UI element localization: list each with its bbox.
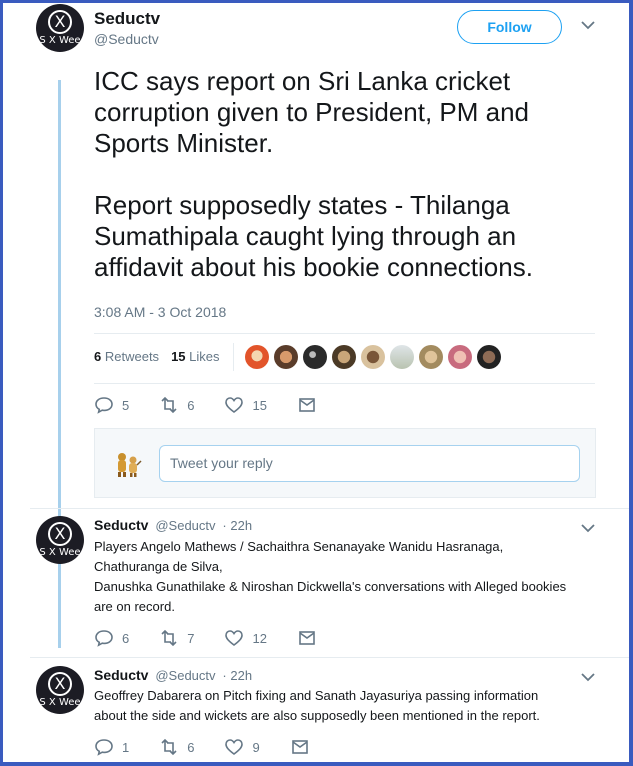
retweet-count: 6 xyxy=(187,739,195,755)
reply-count: 6 xyxy=(122,630,130,646)
tweet-paragraph: Report supposedly states - Thilanga Suma… xyxy=(94,190,533,282)
retweets-stat[interactable]: 6 Retweets xyxy=(94,349,159,364)
reply-button[interactable]: 1 xyxy=(94,738,129,756)
tweet-paragraph: ICC says report on Sri Lanka cricket cor… xyxy=(94,66,530,158)
reply-button[interactable]: 6 xyxy=(94,629,129,647)
reply-line: about the side and wickets are also supp… xyxy=(94,708,540,723)
reply-text: Geoffrey Dabarera on Pitch fixing and Sa… xyxy=(94,686,604,726)
heart-icon xyxy=(225,397,244,414)
divider xyxy=(94,383,595,384)
tweet-actions: 5 6 15 xyxy=(94,396,355,414)
avatar-logo-icon: X xyxy=(48,672,72,696)
reply-icon xyxy=(95,630,113,647)
reply-icon xyxy=(95,397,113,414)
divider xyxy=(30,657,630,658)
reply-line: Geoffrey Dabarera on Pitch fixing and Sa… xyxy=(94,688,539,703)
author-handle[interactable]: @Seductv xyxy=(94,31,159,47)
direct-message-button[interactable] xyxy=(297,396,325,414)
chevron-down-icon[interactable] xyxy=(581,521,595,537)
likes-stat[interactable]: 15 Likes xyxy=(171,349,219,364)
reply-line: Chathuranga de Silva, xyxy=(94,559,223,574)
reply-input[interactable]: Tweet your reply xyxy=(159,445,580,482)
avatar-caption: S X Wee xyxy=(39,35,81,46)
reply-time[interactable]: · 22h xyxy=(222,668,252,683)
reply-author-name[interactable]: Seductv xyxy=(94,667,148,683)
liker-avatar[interactable] xyxy=(448,345,472,369)
divider xyxy=(30,508,630,509)
retweet-button[interactable]: 7 xyxy=(159,629,194,647)
retweet-icon xyxy=(161,738,177,756)
liker-avatar[interactable] xyxy=(274,345,298,369)
like-button[interactable]: 12 xyxy=(224,629,267,647)
retweet-button[interactable]: 6 xyxy=(159,396,194,414)
stats-separator xyxy=(233,343,234,371)
chevron-down-icon[interactable] xyxy=(581,18,595,34)
liker-avatar[interactable] xyxy=(477,345,501,369)
reply-composer: Tweet your reply xyxy=(94,428,596,498)
avatar[interactable]: X S X Wee xyxy=(36,666,84,714)
reply-count: 5 xyxy=(122,397,130,413)
heart-icon xyxy=(225,630,244,647)
like-button[interactable]: 9 xyxy=(224,738,260,756)
like-button[interactable]: 15 xyxy=(224,396,267,414)
reply-line: Players Angelo Mathews / Sachaithra Sena… xyxy=(94,539,504,554)
direct-message-button[interactable] xyxy=(297,629,325,647)
retweet-count: 7 xyxy=(187,630,195,646)
avatar[interactable]: X S X Wee xyxy=(36,4,84,52)
reply-actions: 6 7 12 xyxy=(94,629,355,647)
direct-message-button[interactable] xyxy=(290,738,318,756)
avatar[interactable]: X S X Wee xyxy=(36,516,84,564)
reply-author-name[interactable]: Seductv xyxy=(94,517,148,533)
retweet-icon xyxy=(161,629,177,647)
reply-author-handle[interactable]: @Seductv xyxy=(155,668,215,683)
chevron-down-icon[interactable] xyxy=(581,670,595,686)
reply-text: Players Angelo Mathews / Sachaithra Sena… xyxy=(94,537,604,617)
reply-author-handle[interactable]: @Seductv xyxy=(155,518,215,533)
mail-icon xyxy=(299,398,315,412)
reply-line: Danushka Gunathilake & Niroshan Dickwell… xyxy=(94,579,567,594)
avatar-logo-icon: X xyxy=(48,522,72,546)
liker-avatar[interactable] xyxy=(419,345,443,369)
avatar-logo-icon: X xyxy=(48,10,72,34)
follow-button[interactable]: Follow xyxy=(457,10,562,44)
liker-avatar[interactable] xyxy=(303,345,327,369)
tweet-text: ICC says report on Sri Lanka cricket cor… xyxy=(94,66,599,314)
tweet-timestamp[interactable]: 3:08 AM - 3 Oct 2018 xyxy=(94,304,226,320)
heart-icon xyxy=(225,739,244,756)
reply-line: are on record. xyxy=(94,599,175,614)
liker-avatar[interactable] xyxy=(390,345,414,369)
retweet-icon xyxy=(161,396,177,414)
reply-icon xyxy=(95,739,113,756)
liker-avatar[interactable] xyxy=(332,345,356,369)
user-avatar[interactable] xyxy=(111,447,143,479)
mail-icon xyxy=(291,740,308,754)
liker-avatar[interactable] xyxy=(245,345,269,369)
tweet-stats: 6 Retweets 15 Likes xyxy=(94,349,220,364)
reply-time[interactable]: · 22h xyxy=(222,518,252,533)
retweet-count: 6 xyxy=(187,397,195,413)
like-count: 15 xyxy=(252,397,267,413)
avatar-caption: S X Wee xyxy=(39,697,81,708)
reply-actions: 1 6 9 xyxy=(94,738,348,756)
like-count: 12 xyxy=(252,630,267,646)
avatar-caption: S X Wee xyxy=(39,547,81,558)
like-count: 9 xyxy=(252,739,260,755)
reply-button[interactable]: 5 xyxy=(94,396,129,414)
retweet-button[interactable]: 6 xyxy=(159,738,194,756)
reply-count: 1 xyxy=(122,739,130,755)
reply-header: Seductv @Seductv · 22h xyxy=(94,517,252,533)
divider xyxy=(94,333,595,334)
mail-icon xyxy=(299,631,315,645)
author-name[interactable]: Seductv xyxy=(94,9,160,29)
reply-header: Seductv @Seductv · 22h xyxy=(94,667,252,683)
liker-avatar[interactable] xyxy=(361,345,385,369)
